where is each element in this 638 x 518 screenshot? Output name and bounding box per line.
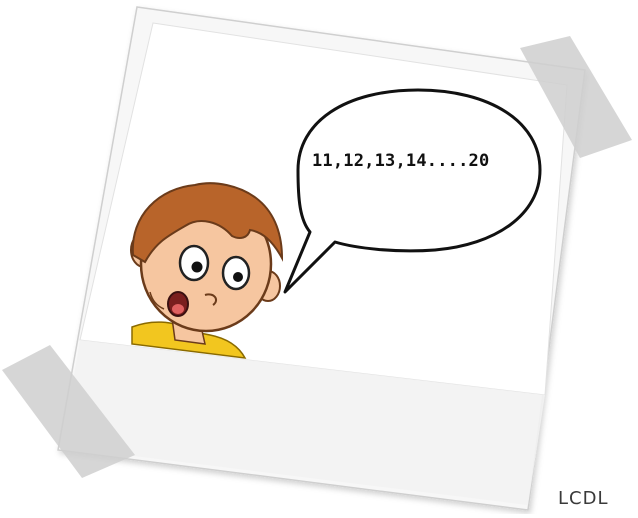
left-eye xyxy=(178,244,210,282)
polaroid-scene: 11,12,13,14....20 LCDL xyxy=(0,0,638,514)
polaroid-illustration xyxy=(2,6,632,511)
credit-signature: LCDL xyxy=(558,488,609,509)
speech-bubble-text: 11,12,13,14....20 xyxy=(312,151,490,171)
right-eye xyxy=(221,255,251,291)
mouth xyxy=(167,291,189,317)
